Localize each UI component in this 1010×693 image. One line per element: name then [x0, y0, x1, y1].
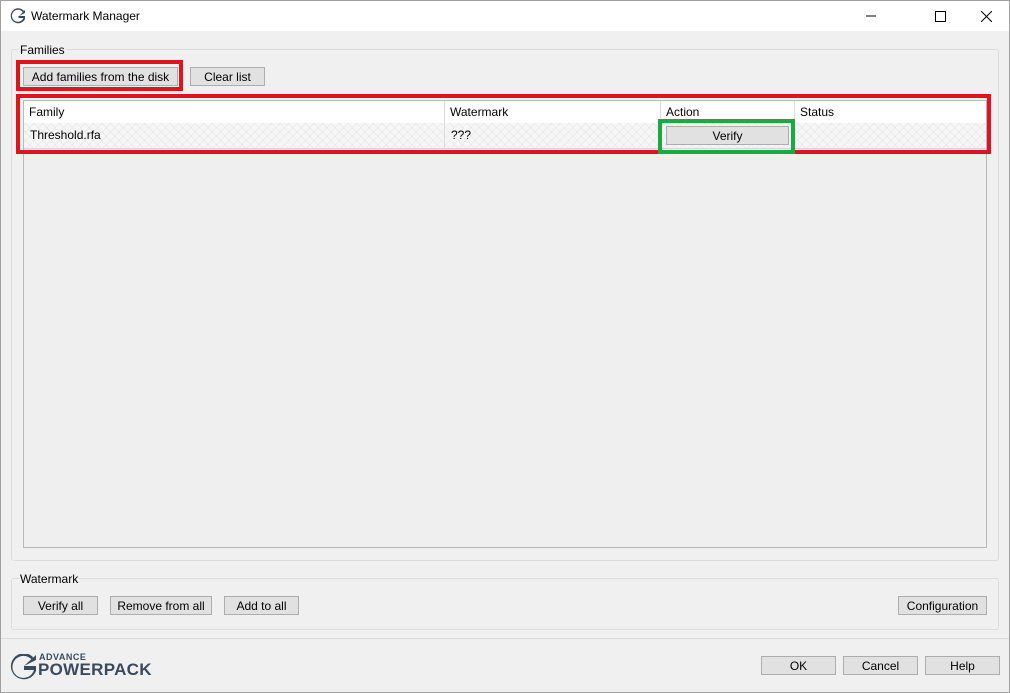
cell-action: Verify	[661, 123, 795, 148]
add-to-all-button[interactable]: Add to all	[224, 596, 299, 615]
title-bar[interactable]: Watermark Manager	[1, 1, 1009, 31]
cancel-button[interactable]: Cancel	[843, 656, 918, 675]
close-icon	[980, 10, 992, 22]
families-group-label: Families	[19, 43, 66, 57]
ok-button[interactable]: OK	[761, 656, 836, 675]
column-header-status[interactable]: Status	[795, 101, 986, 123]
window-title: Watermark Manager	[31, 9, 140, 23]
maximize-button[interactable]	[917, 1, 963, 31]
verify-button[interactable]: Verify	[666, 126, 789, 145]
close-button[interactable]	[963, 1, 1009, 31]
column-header-family[interactable]: Family	[24, 101, 445, 123]
cell-watermark: ???	[445, 123, 661, 148]
table-row[interactable]: Threshold.rfa ??? Verify	[24, 123, 986, 149]
footer-separator	[1, 638, 1009, 639]
logo-powerpack-text: POWERPACK	[38, 660, 152, 679]
table-header: Family Watermark Action Status	[24, 101, 986, 124]
clear-list-button[interactable]: Clear list	[190, 67, 265, 86]
maximize-icon	[934, 10, 946, 22]
families-table[interactable]: Family Watermark Action Status Threshold…	[23, 100, 987, 548]
column-header-action[interactable]: Action	[661, 101, 795, 123]
verify-all-button[interactable]: Verify all	[23, 596, 98, 615]
watermark-group-label: Watermark	[19, 572, 80, 586]
cell-status	[795, 123, 986, 148]
logo-g-icon	[10, 653, 38, 683]
minimize-button[interactable]	[848, 1, 894, 31]
help-button[interactable]: Help	[925, 656, 1000, 675]
advance-powerpack-logo: ADVANCE POWERPACK	[10, 652, 152, 683]
app-logo-icon	[10, 8, 26, 24]
minimize-icon	[866, 11, 876, 21]
remove-from-all-button[interactable]: Remove from all	[110, 596, 212, 615]
cell-family: Threshold.rfa	[24, 123, 445, 148]
column-header-watermark[interactable]: Watermark	[445, 101, 661, 123]
configuration-button[interactable]: Configuration	[898, 596, 987, 615]
add-families-button[interactable]: Add families from the disk	[23, 67, 178, 86]
